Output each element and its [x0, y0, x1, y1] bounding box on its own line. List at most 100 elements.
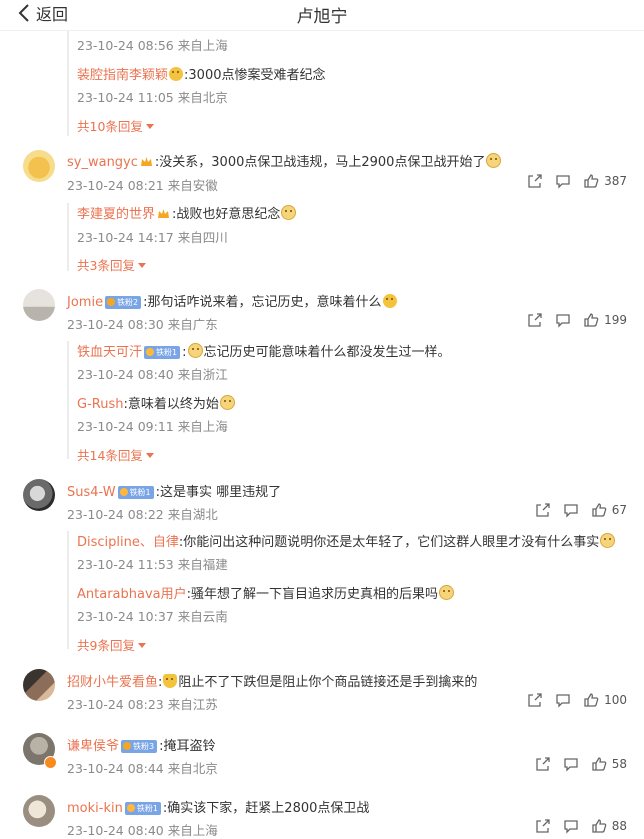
comment-text: sy_wangyc:没关系，3000点保卫战违规，马上2900点保卫战开始了 [67, 151, 502, 170]
comment-button[interactable] [555, 173, 571, 189]
reply-meta: 23-10-24 14:17 来自四川 [77, 230, 228, 245]
reply-meta: 23-10-24 11:05 来自北京 [77, 90, 228, 105]
reply-meta: 23-10-24 08:40 来自浙江 [77, 367, 228, 382]
reply-text: 李建夏的世界:战败也好意思纪念 [77, 203, 297, 222]
like-count: 387 [604, 174, 627, 188]
share-button[interactable] [527, 173, 543, 189]
comment-username[interactable]: Sus4-W [67, 485, 116, 500]
fan-badge: 铁粉1 [144, 346, 181, 359]
reply-text: Antarabhava用户:骚年想了解一下盲目追求历史真相的后果吗 [77, 583, 455, 602]
comment-actions: 199 [527, 312, 627, 328]
top-bar: 返回 卢旭宁 [0, 0, 644, 31]
comment-username[interactable]: 谦卑侯爷 [67, 739, 119, 754]
caret-down-icon [137, 643, 146, 648]
comment-meta: 23-10-24 08:21 来自安徽 [67, 178, 218, 193]
reply-username[interactable]: 铁血天可汗 [77, 345, 142, 360]
comment-button[interactable] [563, 756, 579, 772]
emoji-icon [382, 294, 397, 308]
like-count: 199 [604, 313, 627, 327]
fan-badge: 铁粉2 [105, 296, 142, 309]
share-button[interactable] [535, 502, 551, 518]
avatar[interactable] [23, 150, 55, 182]
share-icon [536, 503, 550, 517]
more-replies-link[interactable]: 共14条回复 [77, 445, 154, 464]
share-button[interactable] [535, 756, 551, 772]
emoji-icon [169, 67, 184, 81]
like-count: 88 [611, 819, 627, 833]
page-title: 卢旭宁 [296, 7, 348, 27]
comment-username[interactable]: Jomie [67, 295, 103, 310]
share-icon [536, 757, 550, 771]
comment-text: 招财小牛爱看鱼: 阻止不了下跌但是阻止你个商品链接还是手到擒来的 [67, 674, 478, 690]
comment-username[interactable]: 招财小牛爱看鱼 [67, 675, 158, 690]
crown-icon [140, 157, 152, 166]
emoji-icon [439, 585, 455, 600]
comment-icon [556, 694, 570, 708]
avatar[interactable] [23, 795, 55, 827]
reply-meta: 23-10-24 10:37 来自云南 [77, 609, 228, 624]
emoji-icon [486, 153, 502, 168]
thumbs-up-emoji-icon [163, 674, 178, 688]
reply-text: G-Rush:意味着以终为始 [77, 393, 236, 412]
avatar[interactable] [23, 669, 55, 701]
emoji-icon [187, 343, 203, 358]
share-button[interactable] [527, 312, 543, 328]
verified-icon [44, 756, 57, 769]
comment-icon [564, 820, 578, 834]
reply-text: 装腔指南李颖颖:3000点惨案受难者纪念 [77, 67, 326, 83]
more-replies-link[interactable]: 共3条回复 [77, 255, 146, 274]
emoji-icon [219, 395, 235, 410]
avatar[interactable] [23, 289, 55, 321]
like-count: 67 [611, 503, 627, 517]
like-button[interactable]: 58 [591, 756, 627, 772]
comment-meta: 23-10-24 08:40 来自上海 [67, 823, 218, 838]
comment-actions: 387 [527, 173, 627, 189]
comment-meta: 23-10-24 08:30 来自广东 [67, 317, 218, 332]
comment-actions: 100 [527, 692, 627, 708]
share-button[interactable] [527, 692, 543, 708]
reply-username[interactable]: 装腔指南李颖颖 [77, 68, 168, 83]
reply-rail [67, 531, 69, 649]
share-icon [528, 174, 542, 188]
like-button[interactable]: 67 [591, 502, 627, 518]
back-label: 返回 [36, 5, 69, 24]
like-button[interactable]: 88 [591, 818, 627, 834]
comment-button[interactable] [563, 502, 579, 518]
like-count: 100 [604, 693, 627, 707]
like-button[interactable]: 387 [583, 173, 627, 189]
avatar[interactable] [23, 479, 55, 511]
reply-username[interactable]: Discipline、自律 [77, 535, 179, 550]
comment-icon [556, 314, 570, 328]
more-replies-link[interactable]: 共10条回复 [77, 116, 154, 135]
like-button[interactable]: 100 [583, 692, 627, 708]
back-button[interactable]: 返回 [18, 2, 68, 24]
reply-username[interactable]: G-Rush [77, 397, 123, 412]
comment-button[interactable] [563, 818, 579, 834]
reply-meta: 23-10-24 09:11 来自上海 [77, 419, 228, 434]
reply-rail [67, 30, 69, 136]
fan-badge: 铁粉3 [121, 740, 158, 753]
reply-rail [67, 341, 69, 459]
share-button[interactable] [535, 818, 551, 834]
reply-meta: 23-10-24 11:53 来自福建 [77, 557, 228, 572]
thumbs-up-icon [584, 693, 599, 707]
comment-actions: 58 [535, 756, 627, 772]
reply-rail [67, 203, 69, 271]
comment-icon [564, 758, 578, 772]
comment-button[interactable] [555, 312, 571, 328]
comment-username[interactable]: sy_wangyc [67, 155, 138, 170]
comment-button[interactable] [555, 692, 571, 708]
like-button[interactable]: 199 [583, 312, 627, 328]
reply-username[interactable]: 李建夏的世界 [77, 207, 155, 222]
caret-down-icon [137, 263, 146, 268]
share-icon [528, 693, 542, 707]
fan-badge: 铁粉1 [117, 486, 154, 499]
comment-username[interactable]: moki-kin [67, 801, 123, 816]
reply-username[interactable]: Antarabhava用户 [77, 587, 187, 602]
crown-icon [158, 209, 170, 218]
more-replies-link[interactable]: 共9条回复 [77, 635, 146, 654]
like-count: 58 [611, 757, 627, 771]
reply-meta: 23-10-24 08:56 来自上海 [77, 38, 228, 53]
emoji-icon [281, 205, 297, 220]
thumbs-up-icon [592, 757, 607, 771]
